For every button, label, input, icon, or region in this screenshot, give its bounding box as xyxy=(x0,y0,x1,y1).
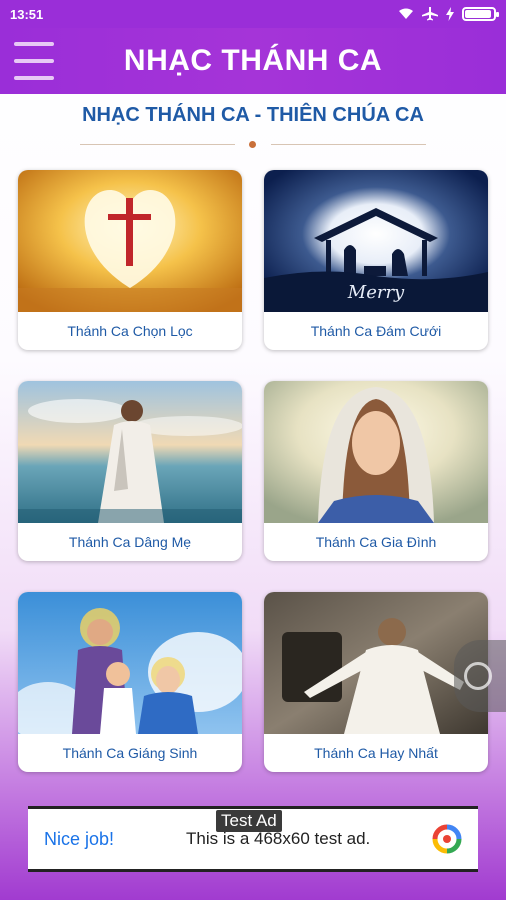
title-divider xyxy=(80,141,426,148)
charging-icon xyxy=(446,7,454,21)
card-label: Thánh Ca Giáng Sinh xyxy=(62,745,198,761)
card-label: Thánh Ca Chọn Lọc xyxy=(67,323,193,339)
holy-family-image xyxy=(18,592,242,734)
card-label: Thánh Ca Dâng Mẹ xyxy=(68,534,192,550)
app-title: NHẠC THÁNH CA xyxy=(123,44,383,77)
section-title: NHẠC THÁNH CA - THIÊN CHÚA CA xyxy=(82,104,424,126)
wifi-icon xyxy=(399,8,413,19)
app-bar: NHẠC THÁNH CA xyxy=(0,28,506,94)
card-label: Thánh Ca Gia Đình xyxy=(315,534,437,550)
airplane-icon xyxy=(422,7,438,21)
category-card[interactable]: Merry Thánh Ca Đám Cưới xyxy=(264,170,488,350)
hamburger-line-icon xyxy=(14,42,54,46)
category-card[interactable]: Thánh Ca Gia Đình xyxy=(264,381,488,561)
status-bar: 13:51 xyxy=(0,0,506,28)
category-card[interactable]: Thánh Ca Giáng Sinh xyxy=(18,592,242,772)
status-time: 13:51 xyxy=(10,6,44,22)
jesus-sea-image xyxy=(18,381,242,523)
assistive-touch-icon xyxy=(464,662,492,690)
card-label: Thánh Ca Đám Cưới xyxy=(310,323,442,339)
category-card[interactable]: Thánh Ca Dâng Mẹ xyxy=(18,381,242,561)
mary-portrait-image xyxy=(264,381,488,523)
hamburger-line-icon xyxy=(14,59,54,63)
floating-assistive-button[interactable] xyxy=(454,640,506,712)
hamburger-line-icon xyxy=(14,76,54,80)
ad-headline: Nice job! xyxy=(44,828,115,849)
category-card[interactable]: Thánh Ca Chọn Lọc xyxy=(18,170,242,350)
ad-text: This is a 468x60 test ad. xyxy=(186,829,371,848)
ad-logo-icon xyxy=(432,824,462,854)
ad-tag: Test Ad xyxy=(216,810,282,832)
nativity-merry-image: Merry xyxy=(264,170,488,312)
battery-icon xyxy=(462,7,499,21)
heart-cross-image xyxy=(18,170,242,312)
menu-button[interactable] xyxy=(14,42,54,80)
svg-text:Merry: Merry xyxy=(347,282,405,303)
card-label: Thánh Ca Hay Nhất xyxy=(314,745,438,761)
